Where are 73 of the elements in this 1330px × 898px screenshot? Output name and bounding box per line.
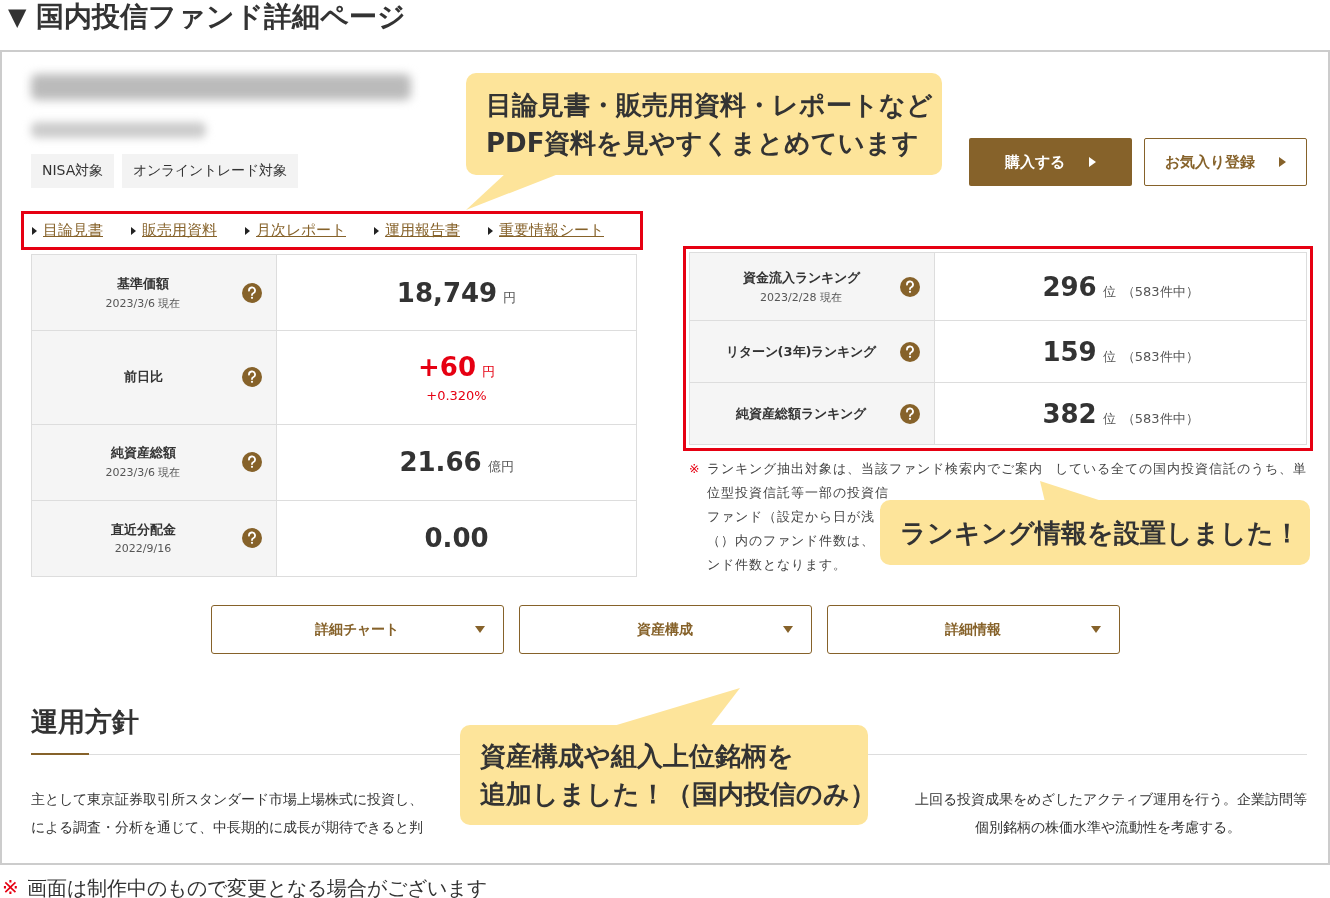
help-icon[interactable] <box>242 282 262 303</box>
change-percent: +0.320% <box>426 387 487 403</box>
caret-icon <box>1279 157 1286 167</box>
unit-label: 位 <box>1102 347 1116 366</box>
document-link[interactable]: 重要情報シート <box>499 221 604 240</box>
caret-icon <box>374 226 379 235</box>
note-text: （）内のファンド件数は、 <box>707 532 875 550</box>
as-of-date: 2023/2/28 現在 <box>760 289 842 305</box>
buy-button[interactable]: 購入する <box>969 138 1132 186</box>
as-of-date: 2022/9/16 <box>114 542 172 556</box>
note-text: している全ての国内投資信託のうち、単 <box>1055 460 1307 478</box>
caret-icon <box>1089 157 1096 167</box>
help-icon[interactable] <box>242 528 262 549</box>
help-icon[interactable] <box>242 452 262 473</box>
total-count: （583件中） <box>1121 409 1199 428</box>
unit-label: 円 <box>503 288 517 307</box>
favorite-button[interactable]: お気入り登録 <box>1144 138 1307 186</box>
caret-icon <box>131 226 136 235</box>
ranking-label: リターン(3年)ランキング <box>725 342 877 361</box>
caret-icon <box>474 626 485 633</box>
policy-text: 主として東京証券取引所スタンダード市場上場株式に投資し、 <box>31 790 423 809</box>
ranking-label: 純資産総額ランキング <box>736 404 866 423</box>
metric-value: 0.00 <box>424 523 489 554</box>
note-text: ランキング抽出対象は、当該ファンド検索内でご案内 <box>707 460 1043 478</box>
as-of-date: 2023/3/6 現在 <box>105 465 181 481</box>
ranking-label: 資金流入ランキング <box>742 268 860 287</box>
help-icon[interactable] <box>900 276 920 297</box>
accordion-toggle[interactable]: 詳細情報 <box>826 605 1120 654</box>
caret-icon <box>32 226 37 235</box>
unit-label: 位 <box>1102 282 1116 301</box>
rank-value: 382 <box>1042 398 1097 429</box>
unit-label: 億円 <box>487 458 514 477</box>
total-count: （583件中） <box>1121 282 1199 301</box>
accordion-toggle[interactable]: 詳細チャート <box>210 605 504 654</box>
rank-value: 159 <box>1042 336 1097 367</box>
metric-value: 21.66 <box>399 447 482 478</box>
policy-text: 上回る投資成果をめざしたアクティブ運用を行う。企業訪問等 <box>915 790 1307 809</box>
document-link[interactable]: 運用報告書 <box>385 221 460 240</box>
as-of-date: 2023/3/6 現在 <box>105 295 181 311</box>
note-text: ンド件数となります。 <box>707 556 847 574</box>
document-link[interactable]: 販売用資料 <box>142 221 217 240</box>
page-heading: 国内投信ファンド詳細ページ <box>36 0 407 35</box>
unit-label: 円 <box>482 362 495 381</box>
accordion-toggle[interactable]: 資産構成 <box>518 605 812 654</box>
policy-text: による調査・分析を通じて、中長期的に成長が期待できると判 <box>31 818 423 837</box>
tag: NISA対象 <box>31 154 115 188</box>
help-icon[interactable] <box>242 367 262 388</box>
metric-value: +60 <box>418 351 476 382</box>
triangle-marker: ▼ <box>8 3 27 31</box>
document-link[interactable]: 月次レポート <box>256 221 346 240</box>
metric-label: 前日比 <box>123 368 163 387</box>
note-mark: ※ <box>2 875 19 898</box>
metric-label: 基準価額 <box>117 274 169 293</box>
total-count: （583件中） <box>1121 347 1199 366</box>
note-text: ファンド（設定から日が浅 <box>707 508 875 526</box>
caret-icon <box>245 226 250 235</box>
note-text: 位型投資信託等一部の投資信 <box>707 484 889 502</box>
help-icon[interactable] <box>900 341 920 362</box>
help-icon[interactable] <box>900 403 920 424</box>
caret-icon <box>1090 626 1101 633</box>
policy-text: 個別銘柄の株価水準や流動性を考慮する。 <box>975 818 1241 837</box>
caret-icon <box>488 226 493 235</box>
rank-value: 296 <box>1042 271 1097 302</box>
metric-label: 直近分配金 <box>110 521 176 540</box>
footnote-text: 画面は制作中のもので変更となる場合がございます <box>26 875 487 898</box>
metric-label: 純資産総額 <box>110 444 176 463</box>
metric-value: 18,749 <box>396 277 498 308</box>
note-mark: ※ <box>689 460 702 478</box>
document-link[interactable]: 目論見書 <box>43 221 103 240</box>
tag: オンライントレード対象 <box>122 154 299 188</box>
section-title: 運用方針 <box>31 705 139 739</box>
unit-label: 位 <box>1102 409 1116 428</box>
caret-icon <box>782 626 793 633</box>
